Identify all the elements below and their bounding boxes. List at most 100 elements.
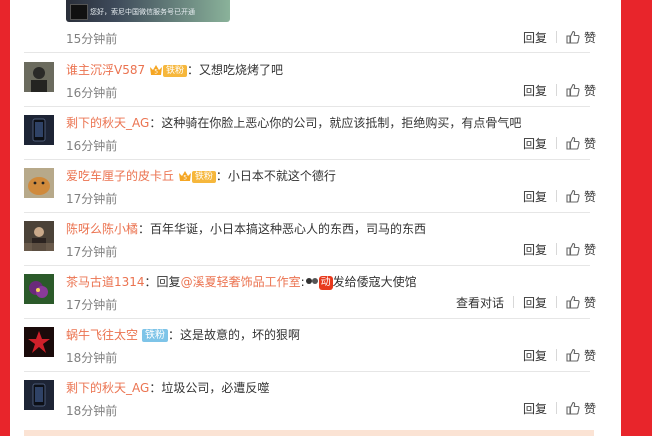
mention-link[interactable]: @溪夏轻奢饰品工作室: [181, 275, 301, 289]
image-caption: 您好，索尼中国微信服务号已开通: [90, 8, 195, 16]
comment-time: 17分钟前: [66, 245, 118, 259]
like-label: 赞: [583, 83, 596, 98]
separator: [555, 296, 557, 308]
like-label: 赞: [583, 136, 596, 151]
scroll-gutter: [606, 0, 621, 436]
reply-prefix: ：回复: [144, 275, 181, 289]
comment-time: 18分钟前: [66, 351, 118, 365]
comment-time: 16分钟前: [66, 139, 118, 153]
divider: [24, 318, 590, 319]
gift-sticker: 动: [318, 276, 333, 290]
emoji-icon: [305, 278, 318, 284]
comment-time: 15分钟前: [66, 32, 118, 46]
divider: [24, 371, 590, 372]
avatar-phone-icon: [24, 380, 54, 410]
comment-text: ：这种骑在你脸上恶心你的公司，就应该抵制，拒绝购买，有点骨气吧: [149, 116, 522, 130]
divider: [24, 106, 590, 107]
thumbs-up-icon: [566, 83, 580, 97]
comment-line: 蜗牛飞往太空 铁粉 ：这是故意的，坏的狠啊: [66, 326, 300, 343]
avatar-dark-person-icon: [24, 62, 54, 92]
svg-text:5: 5: [154, 69, 158, 76]
username-link[interactable]: 陈呀么陈小橘: [66, 222, 138, 236]
like-label: 赞: [583, 242, 596, 257]
comment-time: 18分钟前: [66, 404, 118, 418]
avatar[interactable]: [24, 62, 54, 92]
like-button[interactable]: 赞: [566, 347, 596, 364]
thumbs-up-icon: [566, 136, 580, 150]
thumbs-up-icon: [566, 189, 580, 203]
comment-actions: 回复 赞: [523, 29, 596, 45]
like-button[interactable]: 赞: [566, 294, 596, 311]
like-button[interactable]: 赞: [566, 135, 596, 152]
avatar[interactable]: [24, 115, 54, 145]
comment-text: ：这是故意的，坏的狠啊: [168, 328, 301, 342]
avatar-person-icon: [24, 221, 54, 251]
comment-text: ：又想吃烧烤了吧: [186, 63, 283, 77]
avatar[interactable]: [24, 274, 54, 304]
separator: [555, 137, 557, 149]
avatar[interactable]: [24, 168, 54, 198]
avatar-flower-purple-icon: [24, 274, 54, 304]
comment-actions: 查看对话 回复 赞: [456, 294, 596, 310]
avatar[interactable]: [24, 327, 54, 357]
like-button[interactable]: 赞: [566, 82, 596, 99]
comment-line: 剩下的秋天_AG：垃圾公司，必遭反噬: [66, 379, 269, 396]
like-button[interactable]: 赞: [566, 241, 596, 258]
username-link[interactable]: 谁主沉浮V587: [66, 63, 145, 77]
vip-crown-icon: 5: [178, 171, 191, 182]
separator: [555, 402, 557, 414]
avatar[interactable]: [24, 380, 54, 410]
fans-badge: 铁粉: [162, 65, 187, 77]
reply-button[interactable]: 回复: [523, 294, 547, 311]
username-link[interactable]: 爱吃车厘子的皮卡丘: [66, 169, 174, 183]
reply-button[interactable]: 回复: [523, 241, 547, 258]
like-label: 赞: [583, 30, 596, 45]
comment-actions: 回复 赞: [523, 188, 596, 204]
reply-button[interactable]: 回复: [523, 400, 547, 417]
reply-button[interactable]: 回复: [523, 188, 547, 205]
comment-text: ：百年华诞，小日本搞这种恶心人的东西，司马的东西: [138, 222, 427, 236]
divider: [24, 52, 590, 53]
bottom-edge: [24, 430, 594, 436]
avatar-cat-icon: [24, 168, 54, 198]
thumbs-up-icon: [566, 401, 580, 415]
separator: [555, 349, 557, 361]
like-button[interactable]: 赞: [566, 188, 596, 205]
comment-text: 发给倭寇大使馆: [332, 275, 417, 289]
comment-text: ：小日本不就这个德行: [215, 169, 336, 183]
thumbs-up-icon: [566, 295, 580, 309]
divider: [24, 159, 590, 160]
username-link[interactable]: 蜗牛飞往太空: [66, 328, 138, 342]
like-label: 赞: [583, 348, 596, 363]
like-button[interactable]: 赞: [566, 29, 596, 46]
avatar-phone-icon: [24, 115, 54, 145]
reply-button[interactable]: 回复: [523, 82, 547, 99]
divider: [24, 212, 590, 213]
comment-actions: 回复 赞: [523, 135, 596, 151]
avatar[interactable]: [24, 221, 54, 251]
separator: [512, 296, 514, 308]
comment-time: 16分钟前: [66, 86, 118, 100]
fans-badge: 铁粉: [191, 171, 216, 183]
attached-image[interactable]: 您好，索尼中国微信服务号已开通: [66, 0, 230, 22]
username-link[interactable]: 剩下的秋天_AG: [66, 116, 149, 130]
like-label: 赞: [583, 401, 596, 416]
vip-crown-icon: 5: [149, 65, 162, 76]
thumbs-up-icon: [566, 348, 580, 362]
reply-button[interactable]: 回复: [523, 347, 547, 364]
svg-text:5: 5: [183, 175, 187, 182]
like-button[interactable]: 赞: [566, 400, 596, 417]
thumbs-up-icon: [566, 242, 580, 256]
reply-button[interactable]: 回复: [523, 135, 547, 152]
reply-button[interactable]: 回复: [523, 29, 547, 46]
view-dialog-link[interactable]: 查看对话: [456, 294, 504, 311]
separator: [555, 190, 557, 202]
avatar-flower-red-icon: [24, 327, 54, 357]
username-link[interactable]: 茶马古道1314: [66, 275, 145, 289]
comment-line: 谁主沉浮V587 5 铁粉 ：又想吃烧烤了吧: [66, 61, 283, 78]
comment-actions: 回复 赞: [523, 347, 596, 363]
separator: [555, 31, 557, 43]
comment-time: 17分钟前: [66, 298, 118, 312]
comment-line: 陈呀么陈小橘：百年华诞，小日本搞这种恶心人的东西，司马的东西: [66, 220, 426, 237]
username-link[interactable]: 剩下的秋天_AG: [66, 381, 149, 395]
